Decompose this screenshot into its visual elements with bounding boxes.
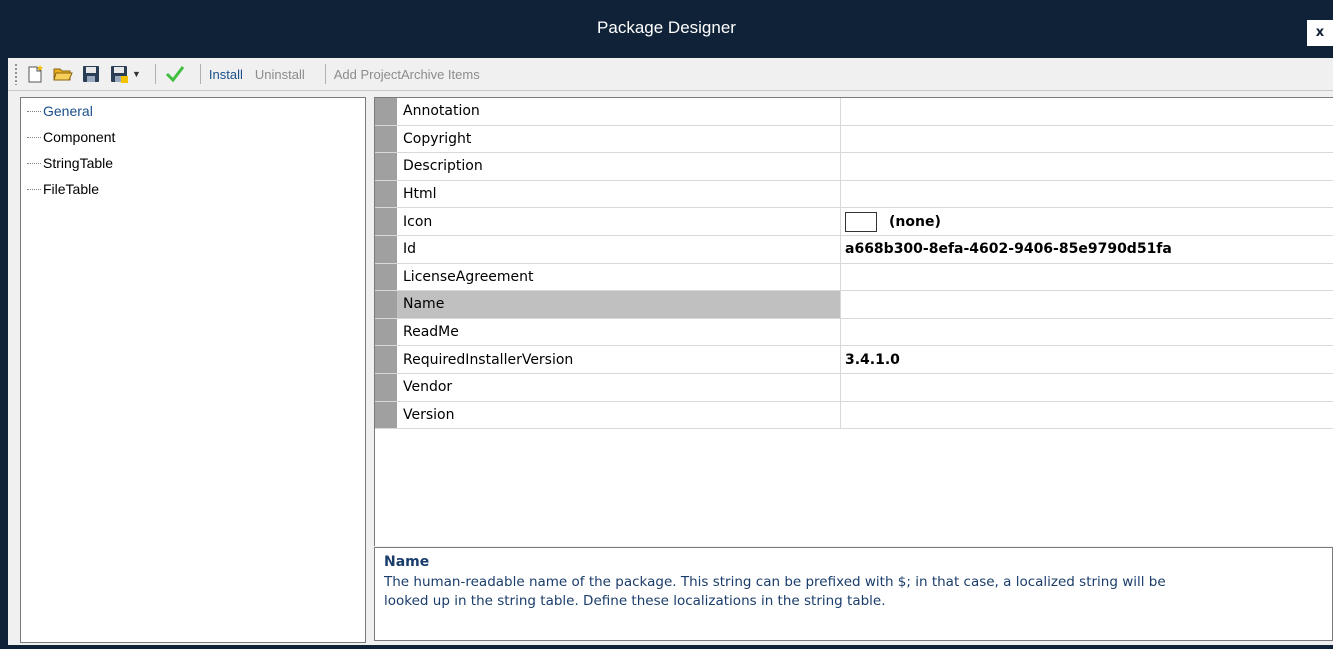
property-value[interactable] [841,319,1333,346]
property-value[interactable] [841,153,1333,180]
property-row-vendor[interactable]: Vendor [375,373,1333,402]
property-name: Copyright [397,125,841,153]
property-value[interactable] [841,402,1333,429]
property-value[interactable] [841,126,1333,153]
property-row-annotation[interactable]: Annotation [375,98,1333,126]
property-name: Icon [397,208,841,235]
property-name: Version [397,401,841,429]
open-folder-icon[interactable] [52,63,74,85]
tree-item-general[interactable]: General [21,98,365,124]
property-row-name[interactable]: Name [375,291,1333,319]
property-value[interactable] [841,291,1333,318]
close-button[interactable]: x [1307,20,1333,46]
property-row-copyright[interactable]: Copyright [375,125,1333,154]
property-row-version[interactable]: Version [375,401,1333,430]
tree-item-label: General [43,103,93,119]
property-name: Html [397,180,841,208]
description-panel: Name The human-readable name of the pack… [374,547,1333,641]
title-bar: Package Designer x [0,0,1333,58]
description-text: The human-readable name of the package. … [384,574,1166,609]
chevron-down-icon[interactable]: ▼ [132,69,141,79]
property-name: Annotation [397,98,841,125]
package-tree: General Component StringTable FileTable [20,97,366,643]
property-name: Id [397,235,841,263]
property-name: Vendor [397,373,841,401]
property-row-icon[interactable]: Icon (none) [375,208,1333,236]
icon-value: (none) [889,213,941,230]
tree-item-component[interactable]: Component [21,124,365,150]
save-as-icon[interactable] [108,63,130,85]
property-name: Description [397,153,841,180]
property-name: Name [397,291,841,318]
right-panel: Annotation Copyright Description Html Ic… [366,91,1333,645]
property-row-requiredinstallerversion[interactable]: RequiredInstallerVersion 3.4.1.0 [375,346,1333,374]
property-name: ReadMe [397,318,841,346]
tree-item-label: Component [43,129,116,145]
property-grid: Annotation Copyright Description Html Ic… [374,97,1333,546]
add-projectarchive-items-button[interactable]: Add ProjectArchive Items [334,67,480,82]
toolbar-separator [199,64,201,84]
new-icon[interactable] [24,63,46,85]
property-value[interactable] [841,181,1333,208]
property-value-icon[interactable]: (none) [841,208,1333,235]
property-value[interactable]: a668b300-8efa-4602-9406-85e9790d51fa [841,236,1333,263]
uninstall-button[interactable]: Uninstall [255,67,305,82]
property-row-id[interactable]: Id a668b300-8efa-4602-9406-85e9790d51fa [375,235,1333,264]
tree-item-stringtable[interactable]: StringTable [21,150,365,176]
property-row-readme[interactable]: ReadMe [375,318,1333,347]
property-value[interactable]: 3.4.1.0 [841,346,1333,373]
validate-check-icon[interactable] [164,63,186,85]
install-button[interactable]: Install [209,67,243,82]
tree-item-label: FileTable [43,181,100,197]
toolbar: ▼ Install Uninstall Add ProjectArchive I… [8,58,1333,91]
property-value[interactable] [841,264,1333,291]
description-title: Name [384,554,430,570]
tree-item-label: StringTable [43,155,114,171]
property-row-description[interactable]: Description [375,153,1333,181]
property-value[interactable] [841,374,1333,401]
property-name: RequiredInstallerVersion [397,346,841,373]
property-name: LicenseAgreement [397,263,841,291]
property-row-licenseagreement[interactable]: LicenseAgreement [375,263,1333,292]
tree-item-filetable[interactable]: FileTable [21,176,365,202]
window-title: Package Designer [597,18,736,37]
toolbar-grip[interactable] [14,63,18,85]
icon-preview [845,211,877,232]
left-panel: General Component StringTable FileTable [8,91,366,645]
save-icon[interactable] [80,63,102,85]
toolbar-separator [324,64,326,84]
property-value[interactable] [841,98,1333,125]
toolbar-separator [154,64,156,84]
property-row-html[interactable]: Html [375,180,1333,209]
